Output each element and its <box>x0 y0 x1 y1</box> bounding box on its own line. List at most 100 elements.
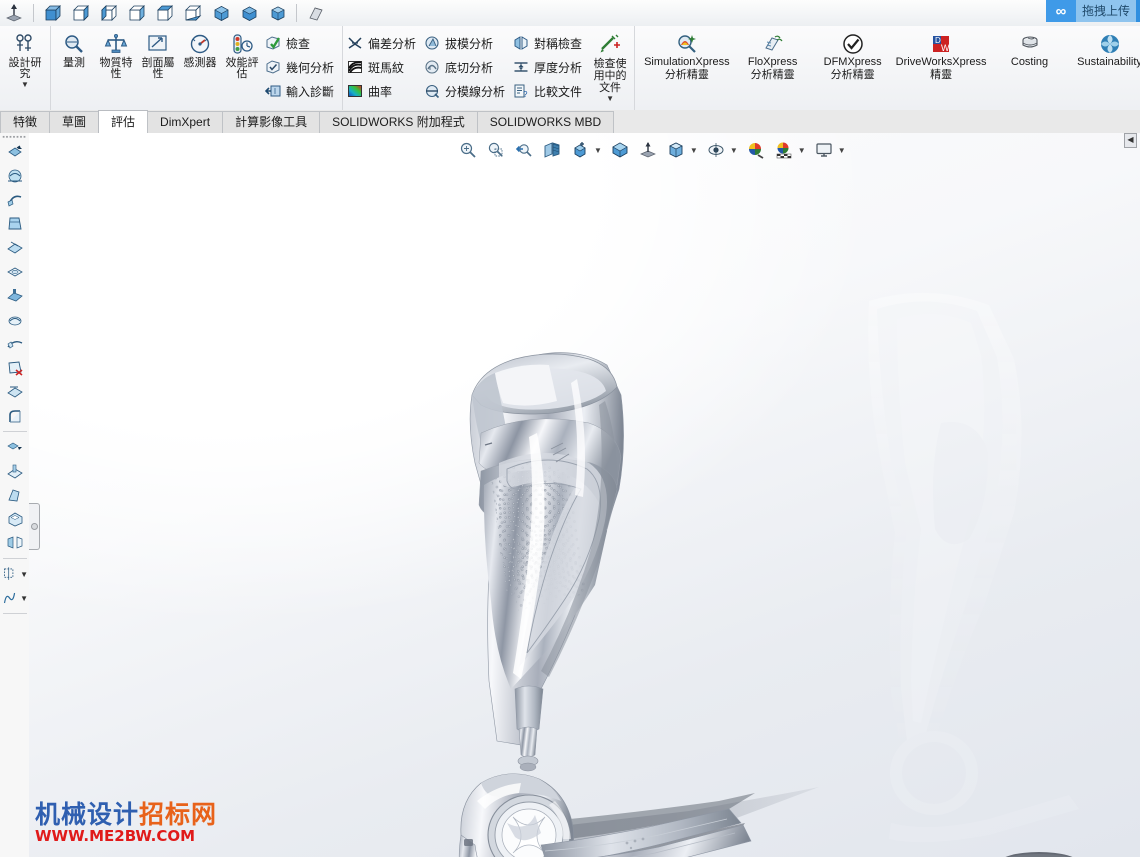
thickness-analysis-label: 厚度分析 <box>534 60 583 75</box>
tab-features[interactable]: 特徵 <box>0 111 51 133</box>
driveworksxpress-label-1: DriveWorksXpress <box>895 56 987 68</box>
pylon-tube <box>518 726 538 758</box>
reference-geometry-icon[interactable]: ▼ <box>1 562 28 586</box>
draft-analysis-icon <box>425 36 439 50</box>
normal-to-icon[interactable] <box>1 1 27 25</box>
heel-marker <box>464 839 473 846</box>
trimetric-view-icon[interactable] <box>236 1 262 25</box>
costing-button[interactable]: Costing <box>990 28 1070 69</box>
chevron-down-icon-curve[interactable]: ▼ <box>20 594 28 603</box>
symmetry-check-button[interactable]: 對稱檢查 <box>511 31 588 55</box>
deviation-analysis-button[interactable]: 偏差分析 <box>345 31 422 55</box>
strip-separator-2 <box>2 558 27 559</box>
draft-analysis-button[interactable]: 拔模分析 <box>422 31 511 55</box>
compare-documents-icon: ? <box>514 84 528 99</box>
chevron-down-icon-ref[interactable]: ▼ <box>20 570 28 579</box>
shell-icon[interactable] <box>2 507 28 531</box>
mass-properties-button[interactable]: 物質特性 <box>95 28 137 102</box>
geometry-analysis-button[interactable]: 幾何分析 <box>263 55 340 79</box>
simulationxpress-button[interactable]: SimulationXpress 分析精靈 <box>641 28 733 82</box>
check-button[interactable]: 檢查 <box>263 31 340 55</box>
measure-button[interactable]: 量測 <box>53 28 95 102</box>
back-view-icon[interactable] <box>68 1 94 25</box>
revolve-boss-icon[interactable] <box>2 164 28 188</box>
parting-line-analysis-button[interactable]: 分模線分析 <box>422 79 511 103</box>
zebra-stripes-label: 斑馬紋 <box>368 60 405 75</box>
front-view-icon[interactable] <box>40 1 66 25</box>
check-doc-icon <box>266 36 281 50</box>
extrude-boss-icon[interactable] <box>2 140 28 164</box>
simulationxpress-icon <box>678 35 696 53</box>
dfmxpress-label-2: 分析精靈 <box>830 69 875 81</box>
boundary-boss-icon[interactable] <box>2 236 28 260</box>
dfmxpress-button[interactable]: DFMXpress 分析精靈 <box>813 28 893 82</box>
design-study-button[interactable]: 設計研究 ▼ <box>2 28 48 102</box>
revolve-cut-icon[interactable] <box>2 308 28 332</box>
strip-separator-3 <box>2 613 27 614</box>
graphics-viewport[interactable]: ▼ ▼ ▼ ▼ ▼ ◀ 机械设计招标网 WWW.ME2BW.COM <box>29 133 1140 857</box>
lofted-boss-icon[interactable] <box>2 212 28 236</box>
chevron-down-icon[interactable]: ▼ <box>21 81 29 89</box>
top-view-icon[interactable] <box>152 1 178 25</box>
linear-pattern-icon[interactable] <box>2 435 28 459</box>
measure-icon <box>65 35 83 53</box>
upload-pill[interactable]: ∞ 拖拽上传 <box>1045 0 1140 22</box>
mirror-icon[interactable] <box>2 531 28 555</box>
sustainability-button[interactable]: Sustainability <box>1070 28 1140 69</box>
floxpress-button[interactable]: FloXpress 分析精靈 <box>733 28 813 82</box>
extrude-cut-icon[interactable] <box>2 260 28 284</box>
bottom-view-icon[interactable] <box>180 1 206 25</box>
sensor-button[interactable]: 感測器 <box>179 28 221 102</box>
right-view-icon[interactable] <box>124 1 150 25</box>
tab-dimxpert[interactable]: DimXpert <box>147 111 224 133</box>
ribbon-group-design-study: 設計研究 ▼ <box>0 26 50 110</box>
section-properties-icon <box>148 35 167 51</box>
tab-solidworks-addins[interactable]: SOLIDWORKS 附加程式 <box>319 111 478 133</box>
curvature-button[interactable]: 曲率 <box>345 79 422 103</box>
driveworksxpress-icon: D W <box>933 36 950 53</box>
dimetric-view-icon[interactable] <box>264 1 290 25</box>
performance-evaluation-label: 效能評估 <box>225 57 259 80</box>
rib-icon[interactable] <box>2 459 28 483</box>
mass-properties-icon <box>104 34 128 53</box>
tab-solidworks-mbd[interactable]: SOLIDWORKS MBD <box>476 111 615 133</box>
compare-documents-button[interactable]: ? 比較文件 <box>511 79 588 103</box>
left-view-icon[interactable] <box>96 1 122 25</box>
ribbon-evaluate: 設計研究 ▼ 量測 物質特性 剖面屬性 感測器 效能評估 檢查 幾何分析 輸入診… <box>0 26 1140 111</box>
svg-text:?: ? <box>523 90 528 99</box>
thickness-analysis-button[interactable]: 厚度分析 <box>511 55 588 79</box>
sustainability-icon <box>1100 35 1119 53</box>
symmetry-check-label: 對稱檢查 <box>534 36 583 51</box>
boundary-cut-icon[interactable] <box>2 380 28 404</box>
swept-cut-icon[interactable] <box>2 332 28 356</box>
tab-render-tools[interactable]: 計算影像工具 <box>222 111 321 133</box>
import-diagnostics-icon <box>265 85 281 97</box>
chevron-down-icon-2[interactable]: ▼ <box>606 95 614 103</box>
performance-evaluation-button[interactable]: 效能評估 <box>221 28 263 102</box>
tab-sketch[interactable]: 草圖 <box>49 111 100 133</box>
driveworksxpress-button[interactable]: D W DriveWorksXpress 精靈 <box>893 28 990 82</box>
curves-icon[interactable]: ▼ <box>1 586 28 610</box>
deviation-analysis-icon <box>348 37 362 49</box>
swept-boss-icon[interactable] <box>2 188 28 212</box>
solidworks-window: ∞ 拖拽上传 設計研究 ▼ 量測 物質特性 剖面屬性 感測器 效能評估 檢查 幾… <box>0 0 1140 857</box>
section-properties-button[interactable]: 剖面屬性 <box>137 28 179 102</box>
check-label: 檢查 <box>286 36 311 51</box>
import-diagnostics-button[interactable]: 輸入診斷 <box>263 79 340 103</box>
lofted-cut-icon[interactable] <box>2 356 28 380</box>
hole-wizard-icon[interactable] <box>2 284 28 308</box>
draft-icon[interactable] <box>2 483 28 507</box>
deviation-analysis-label: 偏差分析 <box>368 36 417 51</box>
sustainability-label-1: Sustainability <box>1077 56 1140 68</box>
performance-icon <box>233 34 253 54</box>
check-active-document-button[interactable]: 檢查使用中的文件 ▼ <box>588 28 632 103</box>
prosthetic-leg-model <box>458 352 752 857</box>
eraser-icon[interactable] <box>303 1 329 25</box>
command-manager-tabs: 特徵 草圖 評估 DimXpert 計算影像工具 SOLIDWORKS 附加程式… <box>0 110 1140 134</box>
fillet-icon[interactable] <box>2 404 28 428</box>
zebra-stripes-button[interactable]: 斑馬紋 <box>345 55 422 79</box>
undercut-analysis-button[interactable]: 底切分析 <box>422 55 511 79</box>
isometric-view-icon[interactable] <box>208 1 234 25</box>
analysis-column-2: 拔模分析 底切分析 分模線分析 <box>422 28 511 103</box>
tab-evaluate[interactable]: 評估 <box>98 110 149 133</box>
